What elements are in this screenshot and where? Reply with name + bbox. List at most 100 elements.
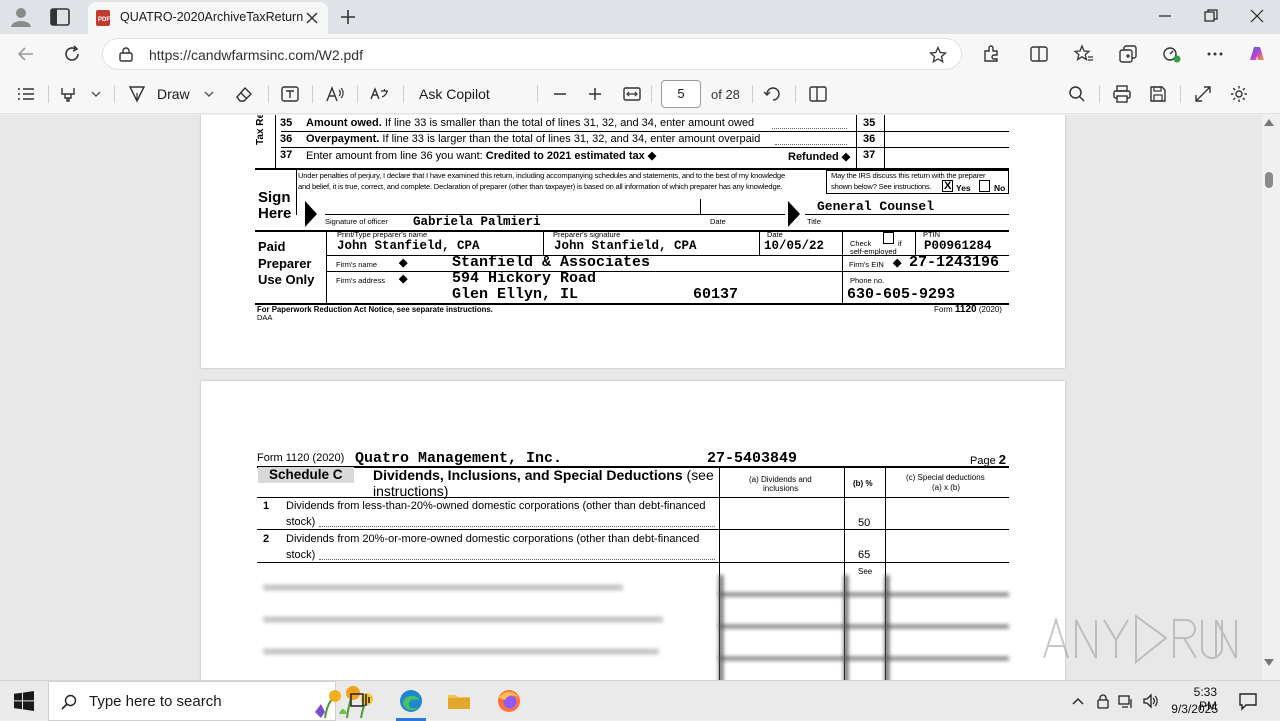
- pdf-file-icon: PDF: [96, 10, 110, 26]
- line-box-number: 35: [863, 117, 876, 129]
- clock-date[interactable]: 9/3/2025: [1166, 702, 1218, 716]
- sign-arrow-icon: [305, 201, 317, 227]
- vertical-scrollbar[interactable]: [1262, 115, 1280, 680]
- translate-icon[interactable]: [369, 84, 389, 104]
- form-footer: Form 1120 (2020): [934, 304, 1002, 315]
- eraser-icon[interactable]: [234, 84, 254, 104]
- window-close-icon[interactable]: [1250, 9, 1264, 23]
- table-of-contents-icon[interactable]: [16, 84, 36, 104]
- self-employed-checkbox[interactable]: [883, 232, 894, 244]
- line-37-text: Enter amount from line 36 you want: Cred…: [306, 150, 657, 162]
- search-icon: [61, 694, 77, 710]
- line-number: 36: [280, 133, 293, 145]
- new-tab-icon[interactable]: [338, 7, 358, 27]
- reload-icon[interactable]: [62, 44, 82, 64]
- toolbar-divider: [268, 85, 269, 103]
- here-label: Here: [258, 205, 292, 222]
- windows-start-icon[interactable]: [14, 691, 34, 711]
- favorite-star-icon[interactable]: [929, 46, 947, 64]
- blurred-row: [263, 617, 663, 622]
- collections-icon[interactable]: [1118, 44, 1138, 64]
- irs-discuss-yes-checkbox[interactable]: X: [942, 180, 953, 192]
- draw-pen-icon[interactable]: [127, 84, 147, 104]
- scrollbar-thumb[interactable]: [1265, 172, 1273, 188]
- volume-icon[interactable]: [1142, 693, 1158, 709]
- chevron-up-icon[interactable]: [1070, 693, 1086, 709]
- pdf-page-previous: Tax Re and 35 Amount owed. If line 33 is…: [201, 115, 1065, 368]
- zoom-in-icon[interactable]: [585, 84, 605, 104]
- draw-button[interactable]: Draw: [157, 86, 190, 102]
- check-if-label: if: [898, 239, 902, 248]
- performance-icon[interactable]: [1162, 44, 1182, 64]
- row-1-text: Dividends from less-than-20%-owned domes…: [286, 500, 706, 512]
- col-b-header: (b) %: [853, 479, 873, 488]
- scroll-down-arrow-icon[interactable]: [1264, 659, 1274, 667]
- line-box-number: 37: [863, 149, 876, 161]
- phone-number: 630-605-9293: [847, 286, 956, 303]
- perjury-statement-1: Under penalties of perjury, I declare th…: [298, 171, 785, 180]
- profile-icon[interactable]: [10, 7, 32, 27]
- browser-tab-active[interactable]: PDF QUATRO-2020ArchiveTaxReturn: [88, 2, 328, 34]
- edge-browser-icon[interactable]: [398, 689, 424, 713]
- print-icon[interactable]: [1112, 84, 1132, 104]
- no-label: No: [994, 183, 1006, 193]
- fit-to-width-icon[interactable]: [622, 84, 642, 104]
- lock-icon[interactable]: [119, 47, 133, 62]
- tab-actions-icon[interactable]: [50, 8, 70, 26]
- taskbar-search-box[interactable]: Type here to search: [48, 681, 373, 721]
- firm-ein: 27-1243196: [909, 254, 1000, 271]
- notification-icon[interactable]: [1238, 691, 1258, 711]
- expand-icon[interactable]: [1193, 84, 1213, 104]
- scroll-up-arrow-icon[interactable]: [1264, 118, 1274, 126]
- save-icon[interactable]: [1148, 84, 1168, 104]
- firm-name: Stanfield & Associates: [452, 254, 651, 271]
- url-text[interactable]: https://candwfarmsinc.com/W2.pdf: [149, 47, 363, 63]
- chevron-down-icon[interactable]: [199, 84, 219, 104]
- file-explorer-icon[interactable]: [446, 689, 472, 713]
- toolbar-divider: [752, 85, 753, 103]
- close-tab-icon[interactable]: [304, 10, 320, 26]
- address-bar[interactable]: https://candwfarmsinc.com/W2.pdf: [102, 38, 962, 70]
- chevron-down-icon[interactable]: [86, 84, 106, 104]
- page-view-icon[interactable]: [808, 84, 828, 104]
- copilot-icon[interactable]: [1247, 44, 1267, 64]
- firefox-icon[interactable]: [496, 689, 522, 713]
- settings-gear-icon[interactable]: [1229, 84, 1249, 104]
- extensions-icon[interactable]: [981, 44, 1001, 64]
- rotate-icon[interactable]: [763, 84, 783, 104]
- blurred-row: [263, 649, 659, 654]
- page-number-label: Page 2: [970, 452, 1006, 467]
- row-1-percent: 50: [858, 517, 871, 529]
- highlight-icon[interactable]: [58, 84, 78, 104]
- col-c-header-2: (a) x (b): [932, 483, 960, 492]
- search-icon[interactable]: [1067, 84, 1087, 104]
- search-placeholder: Type here to search: [89, 693, 222, 710]
- irs-discuss-text-1: May the IRS discuss this return with the…: [831, 171, 986, 180]
- yes-label: Yes: [956, 183, 971, 193]
- minimize-icon[interactable]: [1158, 9, 1172, 23]
- read-aloud-icon[interactable]: [325, 84, 345, 104]
- network-icon[interactable]: [1118, 693, 1134, 709]
- schedule-c-label: Schedule C: [258, 467, 354, 483]
- ask-copilot-button[interactable]: Ask Copilot: [419, 86, 490, 102]
- toolbar-divider: [114, 85, 115, 103]
- zoom-out-icon[interactable]: [550, 84, 570, 104]
- more-options-icon[interactable]: [1205, 44, 1225, 64]
- restore-icon[interactable]: [1204, 9, 1218, 23]
- toolbar-divider: [357, 85, 358, 103]
- page-number-input[interactable]: 5: [661, 80, 701, 108]
- pdf-viewer[interactable]: Tax Re and 35 Amount owed. If line 33 is…: [0, 115, 1262, 680]
- task-view-icon[interactable]: [347, 689, 373, 713]
- toolbar-divider: [48, 85, 49, 103]
- irs-discuss-no-checkbox[interactable]: [979, 180, 990, 192]
- split-screen-icon[interactable]: [1029, 44, 1049, 64]
- line-35-text: Amount owed. If line 33 is smaller than …: [306, 117, 755, 129]
- ptin-value: P00961284: [924, 239, 992, 253]
- favorites-icon[interactable]: [1074, 44, 1094, 64]
- back-arrow-icon[interactable]: [16, 44, 36, 64]
- sign-label: Sign: [258, 189, 291, 206]
- row-2-text-cont: stock): [286, 549, 316, 561]
- network-lock-icon[interactable]: [1095, 693, 1111, 709]
- add-text-icon[interactable]: [280, 84, 300, 104]
- paid-label: Paid: [258, 239, 286, 254]
